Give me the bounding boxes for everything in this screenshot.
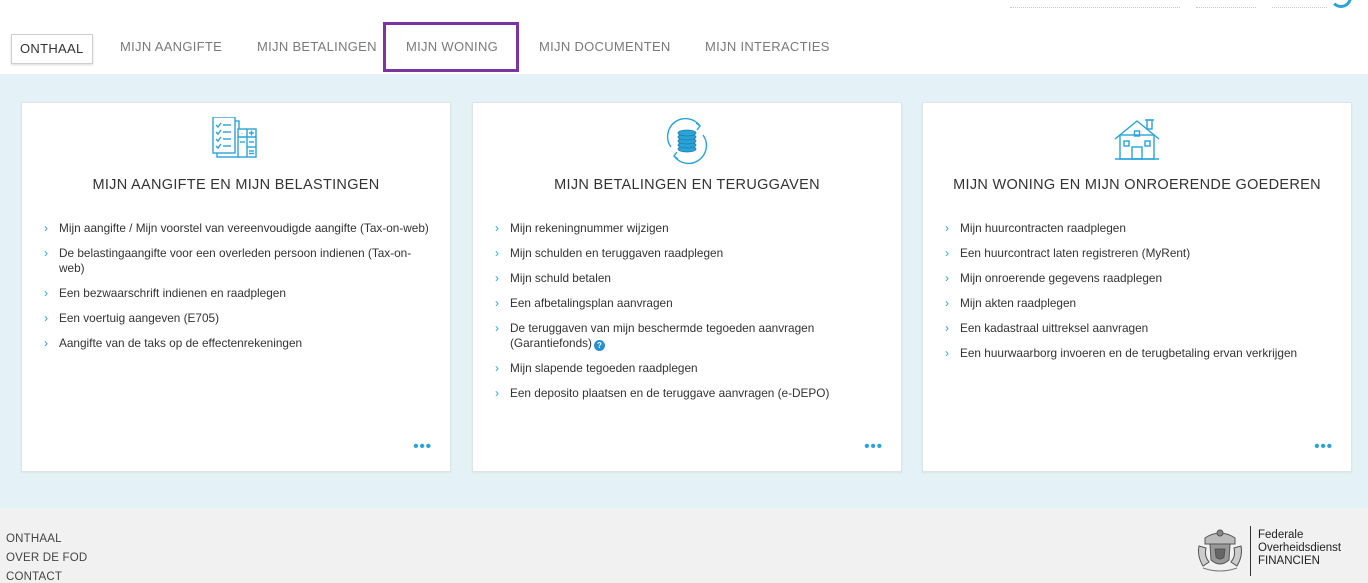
link-text[interactable]: Een deposito plaatsen en de teruggave aa… xyxy=(510,386,829,400)
list-item[interactable]: › Een bezwaarschrift indienen en raadpleg… xyxy=(44,286,429,301)
coins-refresh-icon xyxy=(666,117,708,165)
card-betalingen: MIJN BETALINGEN EN TERUGGAVEN › Mijn reke… xyxy=(472,102,902,472)
link-text[interactable]: De teruggaven van mijn beschermde tegoed… xyxy=(510,321,814,350)
link-text[interactable]: Een afbetalingsplan aanvragen xyxy=(510,296,673,310)
list-item[interactable]: › Mijn aangifte / Mijn voorstel van veree… xyxy=(44,221,429,236)
footer-link-contact[interactable]: CONTACT xyxy=(6,568,87,583)
chevron-right-icon: › xyxy=(495,386,499,400)
card-title: MIJN BETALINGEN EN TERUGGAVEN xyxy=(554,177,820,193)
chevron-right-icon: › xyxy=(495,221,499,235)
chevron-right-icon: › xyxy=(44,221,48,235)
chevron-right-icon: › xyxy=(495,361,499,375)
list-item[interactable]: › Mijn onroerende gegevens raadplegen xyxy=(945,271,1330,286)
list-item[interactable]: › Aangifte van de taks op de effectenreke… xyxy=(44,336,429,351)
list-item[interactable]: › Mijn akten raadplegen xyxy=(945,296,1330,311)
link-list: › Mijn huurcontracten raadplegen › Een huu… xyxy=(945,221,1330,371)
more-button[interactable]: ••• xyxy=(413,438,432,455)
list-item[interactable]: › Een huurwaarborg invoeren en de terugbe… xyxy=(945,346,1330,361)
card-aangifte: MIJN AANGIFTE EN MIJN BELASTINGEN › Mijn … xyxy=(21,102,451,472)
link-text[interactable]: Mijn onroerende gegevens raadplegen xyxy=(960,271,1162,285)
list-item[interactable]: › Een afbetalingsplan aanvragen xyxy=(495,296,880,311)
list-item[interactable]: › Mijn schulden en teruggaven raadplegen xyxy=(495,246,880,261)
tab-onthaal[interactable]: ONTHAAL xyxy=(11,34,93,64)
logo-divider xyxy=(1250,526,1251,576)
link-text[interactable]: Mijn rekeningnummer wijzigen xyxy=(510,221,669,235)
footer-links: ONTHAAL OVER DE FOD CONTACT xyxy=(6,530,87,583)
list-item[interactable]: › Mijn rekeningnummer wijzigen xyxy=(495,221,880,236)
top-divider xyxy=(1010,7,1180,8)
chevron-right-icon: › xyxy=(44,336,48,350)
list-item[interactable]: › De belastingaangifte voor een overleden… xyxy=(44,246,429,276)
chevron-right-icon: › xyxy=(495,271,499,285)
link-text[interactable]: Een huurwaarborg invoeren en de terugbet… xyxy=(960,346,1297,360)
more-button[interactable]: ••• xyxy=(864,438,883,455)
list-item[interactable]: › Een deposito plaatsen en de teruggave a… xyxy=(495,386,880,401)
fod-line: FINANCIEN xyxy=(1258,555,1320,567)
link-text[interactable]: Mijn huurcontracten raadplegen xyxy=(960,221,1126,235)
chevron-right-icon: › xyxy=(495,246,499,260)
list-item[interactable]: › Een voertuig aangeven (E705) xyxy=(44,311,429,326)
list-item[interactable]: › Een huurcontract laten registreren (MyR… xyxy=(945,246,1330,261)
link-text[interactable]: Mijn slapende tegoeden raadplegen xyxy=(510,361,698,375)
footer-link-onthaal[interactable]: ONTHAAL xyxy=(6,530,87,549)
link-text[interactable]: De belastingaangifte voor een overleden … xyxy=(59,246,411,275)
chevron-right-icon: › xyxy=(945,321,949,335)
list-item[interactable]: › Een kadastraal uittreksel aanvragen xyxy=(945,321,1330,336)
tab-mijn-betalingen[interactable]: MIJN BETALINGEN xyxy=(257,22,377,72)
card-title: MIJN AANGIFTE EN MIJN BELASTINGEN xyxy=(92,177,380,193)
list-item[interactable]: › Mijn huurcontracten raadplegen xyxy=(945,221,1330,236)
link-text[interactable]: Een bezwaarschrift indienen en raadplege… xyxy=(59,286,286,300)
coat-of-arms-logo xyxy=(1198,529,1242,572)
footer: ONTHAAL OVER DE FOD CONTACT Federale Ove… xyxy=(0,508,1368,583)
more-button[interactable]: ••• xyxy=(1314,438,1333,455)
link-text[interactable]: Mijn aangifte / Mijn voorstel van vereen… xyxy=(59,221,429,235)
fod-name: Federale Overheidsdienst FINANCIEN xyxy=(1258,529,1341,568)
chevron-right-icon: › xyxy=(945,221,949,235)
chevron-right-icon: › xyxy=(945,346,949,360)
tax-form-icon xyxy=(212,117,257,158)
list-item[interactable]: › De teruggaven van mijn beschermde tegoe… xyxy=(495,321,880,351)
tab-mijn-aangifte[interactable]: MIJN AANGIFTE xyxy=(120,22,222,72)
help-icon[interactable]: ? xyxy=(593,340,605,351)
top-divider xyxy=(1196,7,1256,8)
main-nav: ONTHAAL MIJN AANGIFTE MIJN BETALINGEN MI… xyxy=(0,22,1368,74)
tab-mijn-documenten[interactable]: MIJN DOCUMENTEN xyxy=(539,22,671,72)
user-menu-icon[interactable] xyxy=(1330,0,1352,8)
link-text[interactable]: Een kadastraal uittreksel aanvragen xyxy=(960,321,1148,335)
chevron-right-icon: › xyxy=(945,296,949,310)
chevron-right-icon: › xyxy=(495,296,499,310)
fod-line: Federale xyxy=(1258,529,1304,541)
chevron-right-icon: › xyxy=(945,246,949,260)
chevron-right-icon: › xyxy=(44,246,48,260)
tab-mijn-interacties[interactable]: MIJN INTERACTIES xyxy=(705,22,830,72)
tab-mijn-woning[interactable]: MIJN WONING xyxy=(397,22,507,72)
house-icon xyxy=(1114,119,1160,160)
chevron-right-icon: › xyxy=(44,311,48,325)
link-list: › Mijn aangifte / Mijn voorstel van veree… xyxy=(44,221,429,361)
top-strip xyxy=(0,0,1368,22)
fod-line: Overheidsdienst xyxy=(1258,542,1342,554)
list-item[interactable]: › Mijn slapende tegoeden raadplegen xyxy=(495,361,880,376)
chevron-right-icon: › xyxy=(44,286,48,300)
card-woning: MIJN WONING EN MIJN ONROERENDE GOEDEREN … xyxy=(922,102,1352,472)
top-divider xyxy=(1272,7,1327,8)
card-title: MIJN WONING EN MIJN ONROERENDE GOEDEREN xyxy=(953,177,1321,193)
main-content: MIJN AANGIFTE EN MIJN BELASTINGEN › Mijn … xyxy=(0,74,1368,508)
link-text[interactable]: Mijn schuld betalen xyxy=(510,271,611,285)
footer-link-over-de-fod[interactable]: OVER DE FOD xyxy=(6,549,87,568)
list-item[interactable]: › Mijn schuld betalen xyxy=(495,271,880,286)
link-text[interactable]: Een huurcontract laten registreren (MyRe… xyxy=(960,246,1190,260)
link-text[interactable]: Mijn akten raadplegen xyxy=(960,296,1076,310)
chevron-right-icon: › xyxy=(495,321,499,335)
link-text[interactable]: Een voertuig aangeven (E705) xyxy=(59,311,219,325)
link-list: › Mijn rekeningnummer wijzigen › Mijn schu… xyxy=(495,221,880,411)
chevron-right-icon: › xyxy=(945,271,949,285)
link-text[interactable]: Aangifte van de taks op de effectenreken… xyxy=(59,336,302,350)
link-text[interactable]: Mijn schulden en teruggaven raadplegen xyxy=(510,246,723,260)
